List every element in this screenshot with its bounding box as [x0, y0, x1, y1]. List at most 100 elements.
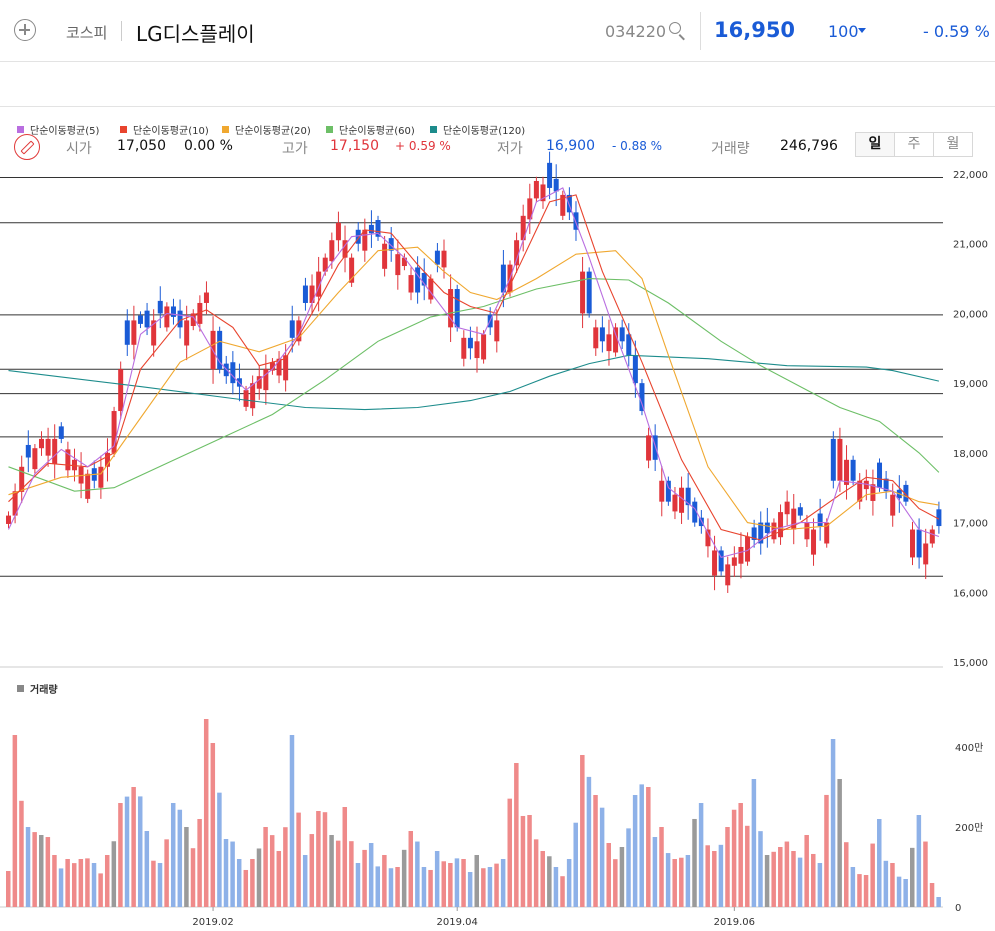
candle-body — [929, 529, 935, 544]
candle-body — [289, 320, 295, 338]
candle-body — [850, 459, 856, 481]
volume-bar — [540, 851, 545, 907]
volume-bar — [296, 812, 301, 907]
candle-body — [830, 438, 836, 481]
candle-body — [25, 444, 31, 458]
legend-swatch — [430, 126, 437, 133]
volume-bar — [685, 855, 691, 907]
volume-bar — [210, 743, 216, 907]
candle-body — [797, 507, 803, 516]
volume-bar — [870, 843, 875, 907]
volume-bar — [203, 719, 209, 907]
volume-bar — [771, 851, 776, 907]
volume-bar — [243, 869, 249, 907]
candle-body — [481, 334, 487, 360]
candle-body — [606, 334, 612, 352]
volume-bar — [679, 857, 684, 907]
header-divider — [121, 21, 122, 41]
candle-body — [428, 278, 434, 300]
candle-body — [580, 271, 586, 314]
quote-bar: 시가 17,050 0.00 % 고가 17,150 + 0.59 % 저가 1… — [0, 62, 995, 160]
candle-body — [98, 466, 104, 488]
volume-bar — [606, 843, 611, 907]
candle-body — [335, 222, 341, 241]
volume-bar — [877, 819, 882, 907]
volume-bar — [712, 851, 717, 907]
volume-bar — [71, 863, 77, 907]
y-tick-label: 18,000 — [953, 449, 988, 460]
volume-bar — [844, 842, 849, 907]
volume-bar — [514, 763, 519, 907]
volume-bar — [434, 851, 440, 907]
y-tick-label: 22,000 — [953, 170, 988, 181]
volume-bar — [65, 859, 70, 907]
candle-body — [58, 426, 64, 439]
candle-body — [474, 341, 480, 359]
candle-body — [434, 250, 440, 265]
volume-bar — [6, 871, 11, 907]
moving-average-ma60 — [8, 278, 940, 492]
candle-body — [646, 435, 652, 461]
header-bar: 코스피 LG디스플레이 034220 16,950 100 - 0.59 % — [0, 0, 995, 62]
volume-bar — [863, 875, 869, 907]
volume-bar — [342, 807, 348, 907]
candle-body — [184, 320, 190, 346]
candle-body — [45, 438, 51, 456]
volume-bar — [857, 874, 862, 907]
candle-body — [923, 543, 929, 565]
y-tick-label: 17,000 — [953, 519, 988, 530]
volume-bar — [533, 839, 539, 907]
volume-bar — [916, 815, 922, 907]
volume-bar — [659, 827, 664, 907]
volume-bar — [401, 849, 407, 907]
candle-body — [632, 355, 638, 384]
volume-bar — [177, 809, 183, 907]
volume-bar — [646, 787, 651, 907]
candle-body — [679, 487, 685, 513]
volume-bar — [362, 849, 367, 907]
price-change: 100 — [828, 22, 859, 41]
volume-bar — [289, 735, 295, 907]
volume-bar — [104, 855, 110, 907]
volume-bar — [144, 831, 150, 907]
volume-bar — [78, 859, 84, 907]
volume-bar — [137, 796, 143, 907]
volume-bar — [619, 847, 625, 907]
volume-bar — [593, 795, 598, 907]
legend-swatch — [17, 126, 24, 133]
volume-bar — [236, 859, 242, 907]
candle-body — [177, 310, 183, 328]
volume-bar — [580, 755, 585, 907]
candle-body — [910, 529, 916, 558]
candle-body — [52, 438, 58, 465]
candle-body — [672, 494, 678, 512]
volume-tick-label: 400만 — [955, 742, 983, 754]
volume-bar — [263, 827, 268, 907]
y-tick-label: 21,000 — [953, 240, 988, 251]
volume-bar — [395, 867, 400, 907]
candle-body — [712, 550, 718, 576]
volume-bar — [672, 859, 677, 907]
candle-body — [170, 306, 176, 317]
volume-bar — [573, 822, 578, 907]
search-icon[interactable] — [669, 22, 681, 34]
candle-body — [144, 310, 150, 328]
plus-circle-icon[interactable] — [14, 19, 36, 41]
volume-bar — [929, 883, 935, 907]
candle-body — [131, 320, 137, 345]
stock-chart[interactable]: 단순이동평균(5) 단순이동평균(10) 단순이동평균(20) 단순이동평균(60) 단… — [0, 107, 995, 931]
volume-bar — [45, 837, 51, 907]
volume-bar — [817, 863, 823, 907]
volume-bar — [230, 841, 235, 907]
legend-swatch — [222, 126, 229, 133]
candle-body — [157, 300, 163, 314]
volume-bar — [718, 844, 724, 907]
volume-bar — [355, 863, 361, 907]
legend-label: 단순이동평균(20) — [235, 125, 311, 137]
volume-bar — [461, 859, 466, 907]
volume-bar — [388, 868, 394, 907]
volume-bar — [309, 834, 315, 907]
volume-bar — [613, 859, 618, 907]
candle-body — [586, 271, 592, 314]
market-label: 코스피 — [66, 24, 108, 42]
